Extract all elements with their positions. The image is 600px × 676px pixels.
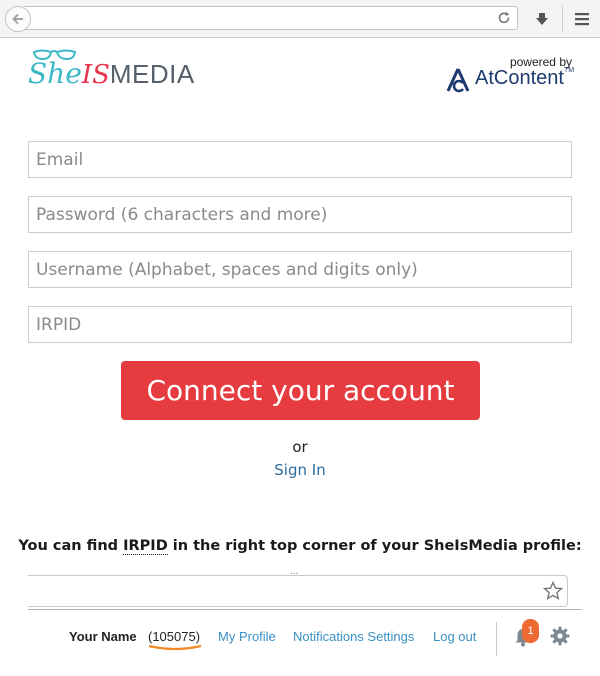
atcontent-label: AtContent bbox=[475, 67, 564, 89]
sheismedia-logo: SheISMEDIA bbox=[28, 48, 195, 98]
menu-button[interactable] bbox=[568, 7, 596, 31]
trademark-mark: TM bbox=[563, 67, 575, 74]
atcontent-logo-icon bbox=[446, 68, 470, 93]
email-input[interactable] bbox=[28, 141, 572, 178]
hamburger-menu-icon bbox=[575, 13, 589, 26]
log-out-link[interactable]: Log out bbox=[433, 629, 476, 644]
username-input[interactable] bbox=[28, 251, 572, 288]
screenshot-vertical-divider bbox=[496, 622, 497, 656]
back-arrow-icon bbox=[12, 13, 23, 25]
logo-she: She bbox=[28, 57, 82, 90]
browser-toolbar bbox=[0, 0, 600, 38]
irpid-input[interactable] bbox=[28, 306, 572, 343]
my-profile-link[interactable]: My Profile bbox=[218, 629, 276, 644]
highlight-underline bbox=[148, 644, 202, 651]
sign-in-link[interactable]: Sign In bbox=[0, 461, 600, 479]
hint-irpid-term: IRPID bbox=[123, 538, 168, 555]
screenshot-ellipsis: ... bbox=[290, 566, 299, 577]
notification-count-badge: 1 bbox=[522, 619, 539, 643]
gear-icon[interactable] bbox=[550, 626, 570, 646]
profile-screenshot: ... Your Name (105075) My Profile Notifi… bbox=[28, 566, 582, 676]
profile-user-name: Your Name bbox=[69, 629, 137, 644]
notifications-settings-link[interactable]: Notifications Settings bbox=[293, 629, 414, 644]
hint-suffix: in the right top corner of your SheIsMed… bbox=[167, 538, 582, 554]
logo-is: IS bbox=[81, 60, 110, 90]
reload-icon[interactable] bbox=[497, 11, 511, 25]
powered-by-badge: powered by AtContentTM bbox=[446, 55, 576, 97]
profile-user-id: (105075) bbox=[148, 629, 201, 644]
address-bar[interactable] bbox=[24, 6, 518, 30]
hint-prefix: You can find bbox=[18, 538, 124, 554]
atcontent-name: AtContentTM bbox=[475, 67, 574, 90]
logo-media: MEDIA bbox=[109, 59, 195, 89]
bookmark-star-icon bbox=[543, 581, 563, 601]
password-input[interactable] bbox=[28, 196, 572, 233]
download-arrow-icon bbox=[536, 13, 548, 25]
connect-account-button[interactable]: Connect your account bbox=[121, 361, 480, 420]
irpid-hint: You can find IRPID in the right top corn… bbox=[0, 538, 600, 555]
toolbar-divider bbox=[562, 6, 563, 32]
back-button[interactable] bbox=[5, 6, 31, 32]
download-button[interactable] bbox=[528, 7, 556, 31]
or-separator: or bbox=[292, 438, 308, 456]
screenshot-divider bbox=[28, 609, 582, 610]
screenshot-address-bar bbox=[28, 575, 568, 607]
